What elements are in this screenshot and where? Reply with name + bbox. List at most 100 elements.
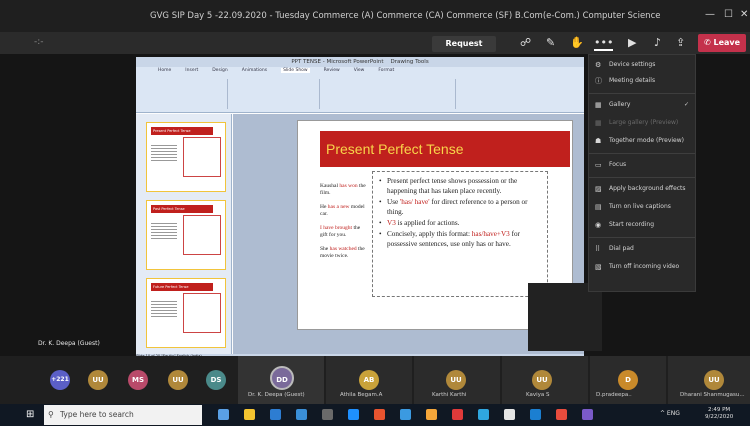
participant-name: Dharani Shanmugasu...	[680, 392, 745, 398]
ppt-titlebar: PPT TENSE - Microsoft PowerPoint Drawing…	[136, 57, 584, 67]
menu-divider	[589, 93, 695, 94]
camera-off-icon[interactable]: ▶	[628, 36, 636, 49]
taskbar-app-icon[interactable]	[348, 409, 359, 420]
dial-pad-icon: ⠿	[595, 245, 601, 253]
menu-divider	[589, 177, 695, 178]
bullet-item: Concisely, apply this format: has/have+V…	[379, 229, 541, 249]
slide-thumbnail[interactable]: Past Perfect Tense	[146, 200, 226, 270]
large-gallery-icon: ▦	[595, 119, 602, 127]
avatar[interactable]: DS	[206, 370, 226, 390]
maximize-button[interactable]: ☐	[724, 9, 733, 20]
avatar[interactable]: UU	[704, 370, 724, 390]
taskbar-app-icon[interactable]	[244, 409, 255, 420]
taskbar-app-icon[interactable]	[374, 409, 385, 420]
menu-item-together-mode[interactable]: ☗ Together mode (Preview)	[589, 133, 695, 149]
windows-taskbar: ⊞ ⚲ Type here to search ^ ENG 2:49 PM 9/…	[0, 404, 750, 426]
taskbar-app-icon[interactable]	[270, 409, 281, 420]
ribbon-tab[interactable]: Review	[324, 68, 340, 73]
menu-item-focus[interactable]: ▭ Focus	[589, 157, 695, 173]
people-icon[interactable]: ☍	[520, 36, 531, 49]
taskbar-app-icon[interactable]	[426, 409, 437, 420]
ribbon-tab[interactable]: Format	[378, 68, 394, 73]
taskbar-app-icon[interactable]	[556, 409, 567, 420]
avatar[interactable]: UU	[532, 370, 552, 390]
participant-name: Athila Begam.A	[340, 392, 383, 398]
bullet-item: Use 'has/ have' for direct reference to …	[379, 197, 541, 217]
focus-icon: ▭	[595, 161, 602, 169]
avatar-presenter[interactable]: DD	[270, 366, 294, 390]
checkmark-icon: ✓	[683, 101, 689, 108]
taskbar-app-icon[interactable]	[504, 409, 515, 420]
taskbar-clock[interactable]: 2:49 PM 9/22/2020	[705, 407, 733, 421]
thumbnail-box	[183, 137, 221, 177]
participant-name: D.pradeepa..	[596, 392, 632, 398]
minimize-button[interactable]: —	[705, 9, 715, 20]
menu-item-meeting-details[interactable]: ⓘ Meeting details	[589, 73, 695, 89]
gear-icon: ⚙	[595, 61, 602, 69]
taskbar-app-icon[interactable]	[530, 409, 541, 420]
menu-item-dial-pad[interactable]: ⠿ Dial pad	[589, 241, 695, 257]
taskbar-app-icon[interactable]	[400, 409, 411, 420]
taskbar-app-icon[interactable]	[478, 409, 489, 420]
menu-item-device-settings[interactable]: ⚙ Device settings	[589, 57, 695, 73]
menu-item-label: Meeting details	[609, 77, 656, 84]
captions-icon: ▤	[595, 203, 602, 211]
call-timer: -:-	[34, 37, 44, 47]
video-off-icon: ▧	[595, 263, 602, 271]
ppt-context-tab: Drawing Tools	[390, 59, 429, 65]
avatar[interactable]: D	[618, 370, 638, 390]
system-tray[interactable]: ^ ENG	[660, 410, 680, 417]
raise-hand-icon[interactable]: ✋	[570, 36, 584, 49]
menu-item-label: Together mode (Preview)	[609, 137, 684, 144]
slide-thumbnail[interactable]: Present Perfect Tense	[146, 122, 226, 192]
windows-start-icon[interactable]: ⊞	[26, 409, 34, 420]
window-titlebar: GVG SIP Day 5 -22.09.2020 - Tuesday Comm…	[0, 0, 750, 32]
ribbon-group-setup	[230, 79, 320, 109]
thumbnail-box	[183, 293, 221, 333]
meeting-toolbar: -:- Request control ☍ ✎ ✋ ••• ▶ ♪ ⇪ ✆ Le…	[0, 32, 750, 64]
slide-bullet-box[interactable]: Present perfect tense shows possession o…	[372, 171, 548, 297]
thumbnail-text	[151, 221, 177, 241]
clock-time: 2:49 PM	[708, 407, 731, 413]
ribbon-tab[interactable]: Slide Show	[281, 68, 310, 73]
avatar[interactable]: UU	[446, 370, 466, 390]
avatar[interactable]: UU	[88, 370, 108, 390]
close-button[interactable]: ✕	[740, 9, 748, 20]
taskbar-app-icon[interactable]	[218, 409, 229, 420]
clock-date: 9/22/2020	[705, 414, 734, 420]
avatar[interactable]: MS	[128, 370, 148, 390]
avatar[interactable]: UU	[168, 370, 188, 390]
ribbon-tab[interactable]: Design	[212, 68, 228, 73]
menu-item-turn-off-video[interactable]: ▧ Turn off incoming video	[589, 259, 695, 275]
ribbon-tab[interactable]: View	[354, 68, 365, 73]
ribbon-group-start-slideshow	[140, 79, 228, 109]
menu-item-start-recording[interactable]: ◉ Start recording	[589, 217, 695, 233]
mic-off-icon[interactable]: ♪	[654, 36, 661, 49]
avatar[interactable]: AB	[359, 370, 379, 390]
slide-thumbnail[interactable]: Future Perfect Tense	[146, 278, 226, 348]
share-icon[interactable]: ⇪	[676, 36, 685, 49]
taskbar-app-icon[interactable]	[322, 409, 333, 420]
menu-item-label: Dial pad	[609, 245, 634, 252]
background-effects-icon: ▨	[595, 185, 602, 193]
leave-button[interactable]: ✆ Leave	[698, 34, 746, 52]
taskbar-app-icon[interactable]	[452, 409, 463, 420]
bullet-item: V3 is applied for actions.	[379, 218, 541, 228]
request-control-button[interactable]: Request control	[432, 36, 496, 64]
taskbar-app-icon[interactable]	[582, 409, 593, 420]
together-mode-icon: ☗	[595, 137, 602, 145]
taskbar-search-box[interactable]: ⚲ Type here to search	[44, 405, 202, 425]
menu-item-live-captions[interactable]: ▤ Turn on live captions	[589, 199, 695, 215]
menu-item-label: Focus	[609, 161, 627, 168]
taskbar-app-icon[interactable]	[296, 409, 307, 420]
menu-item-background-effects[interactable]: ▨ Apply background effects	[589, 181, 695, 197]
menu-item-gallery[interactable]: ▦ Gallery ✓	[589, 97, 695, 113]
ribbon-tabs: Home Insert Design Animations Slide Show…	[158, 68, 394, 73]
ribbon-tab[interactable]: Animations	[242, 68, 267, 73]
chat-icon[interactable]: ✎	[546, 36, 555, 49]
more-icon[interactable]: •••	[594, 36, 614, 51]
ribbon-tab[interactable]: Home	[158, 68, 171, 73]
ribbon-tab[interactable]: Insert	[185, 68, 198, 73]
overflow-participants-avatar[interactable]: +221	[50, 370, 70, 390]
slide-thumbnails-pane: Present Perfect Tense Past Perfect Tense…	[136, 114, 232, 354]
